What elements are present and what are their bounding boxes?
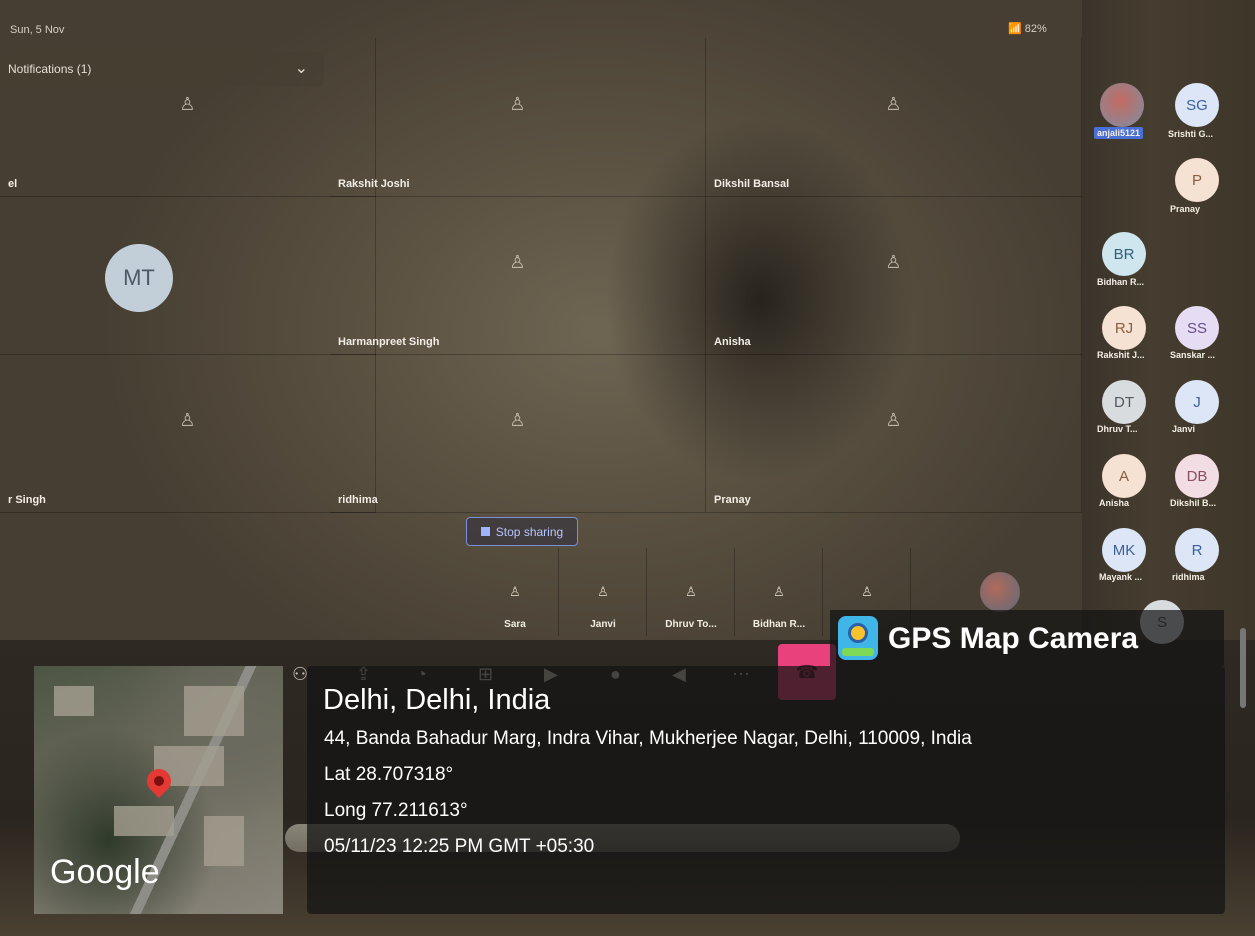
person-icon: ♙ [685,584,697,599]
participant-tile[interactable] [0,196,376,355]
participant-label: ridhima [1172,572,1205,582]
participant-label: Sanskar ... [1170,350,1216,360]
avatar[interactable] [1100,83,1144,127]
avatar[interactable]: R [1175,528,1219,572]
participant-name: Dikshil Bansal [714,178,790,190]
avatar[interactable]: SS [1175,306,1219,350]
participant-label: Srishti G... [1168,129,1214,139]
participant-label: Janvi [1172,424,1196,434]
person-icon: ♙ [861,584,873,599]
participant-tile[interactable]: ♙ r Singh [0,354,376,513]
participants-icon[interactable]: ⚇ [292,664,308,685]
person-icon: ♙ [509,584,521,599]
participant-tile[interactable]: ♙ Harmanpreet Singh [330,196,706,355]
gps-camera-title: GPS Map Camera [888,622,1139,655]
location-info-panel: Delhi, Delhi, India 44, Banda Bahadur Ma… [307,666,1225,914]
person-icon: ♙ [885,94,902,114]
person-icon: ♙ [179,94,196,114]
participant-name: Bidhan R... [752,619,806,630]
participant-tile[interactable]: ♙ Anisha [706,196,1082,355]
stop-sharing-label: Stop sharing [495,524,564,539]
avatar[interactable]: DT [1102,380,1146,424]
location-timestamp: 05/11/23 12:25 PM GMT +05:30 [324,836,595,857]
participant-label: Rakshit J... [1097,350,1145,360]
stop-sharing-button[interactable]: Stop sharing [466,517,578,546]
gps-camera-header: GPS Map Camera [830,610,1224,666]
participant-tile[interactable]: ♙ Dikshil Bansal [706,38,1082,197]
participant-name: Anisha [714,336,751,348]
status-bar-battery: 📶 82% [1008,23,1047,35]
avatar[interactable]: RJ [1102,306,1146,350]
participant-label: Dikshil B... [1170,498,1217,508]
participant-tile[interactable]: ♙ ridhima [330,354,706,513]
location-city: Delhi, Delhi, India [323,684,551,716]
participant-label: Pranay [1170,204,1201,214]
participant-name: Rakshit Joshi [338,178,410,190]
location-longitude: Long 77.211613° [324,800,468,821]
avatar[interactable]: DB [1175,454,1219,498]
person-icon: ♙ [509,410,526,430]
person-icon: ♙ [509,94,526,114]
google-logo: Google [50,853,160,891]
person-icon: ♙ [885,252,902,272]
person-icon: ♙ [885,410,902,430]
person-icon: ♙ [179,410,196,430]
participant-name: Harmanpreet Singh [338,336,440,348]
avatar[interactable]: P [1175,158,1219,202]
person-icon: ♙ [597,584,609,599]
participant-name: Janvi [590,619,616,630]
participant-thumb[interactable]: ♙ Sara [472,548,559,636]
participant-label: anjali5121 [1094,127,1144,139]
avatar[interactable]: SG [1175,83,1219,127]
participant-name: r Singh [8,494,46,506]
stop-icon [480,527,490,536]
participant-label: Mayank ... [1099,572,1143,582]
participant-tile[interactable]: ♙ el [0,38,376,197]
participant-name: Dhruv To... [665,619,717,630]
person-icon: ♙ [509,252,526,272]
avatar[interactable]: A [1102,454,1146,498]
participant-label: Bidhan R... [1097,277,1144,287]
avatar [980,572,1020,612]
participant-tile[interactable]: ♙ Rakshit Joshi [330,38,706,197]
avatar[interactable]: BR [1102,232,1146,276]
participant-name: ridhima [338,494,378,506]
participant-name: el [8,178,18,190]
location-latitude: Lat 28.707318° [324,764,454,785]
participant-label: Anisha [1099,498,1130,508]
participant-name: Sara [504,619,526,630]
location-address: 44, Banda Bahadur Marg, Indra Vihar, Muk… [324,728,972,749]
avatar: MT [105,244,173,312]
participant-name: Pranay [714,494,751,506]
participant-label: Dhruv T... [1097,424,1138,434]
participant-thumb[interactable]: ♙ Bidhan R... [736,548,823,636]
gps-camera-logo-icon [838,616,878,660]
scrollbar[interactable] [1240,628,1246,708]
avatar[interactable]: J [1175,380,1219,424]
participant-thumb[interactable]: ♙ Janvi [560,548,647,636]
battery-level: 82% [1024,23,1047,35]
participant-tile[interactable]: ♙ Pranay [706,354,1082,513]
avatar[interactable]: MK [1102,528,1146,572]
participant-thumb[interactable]: ♙ Dhruv To... [648,548,735,636]
satellite-map-thumbnail: Google [34,666,283,914]
status-bar-date: Sun, 5 Nov [10,24,65,36]
person-icon: ♙ [773,584,785,599]
